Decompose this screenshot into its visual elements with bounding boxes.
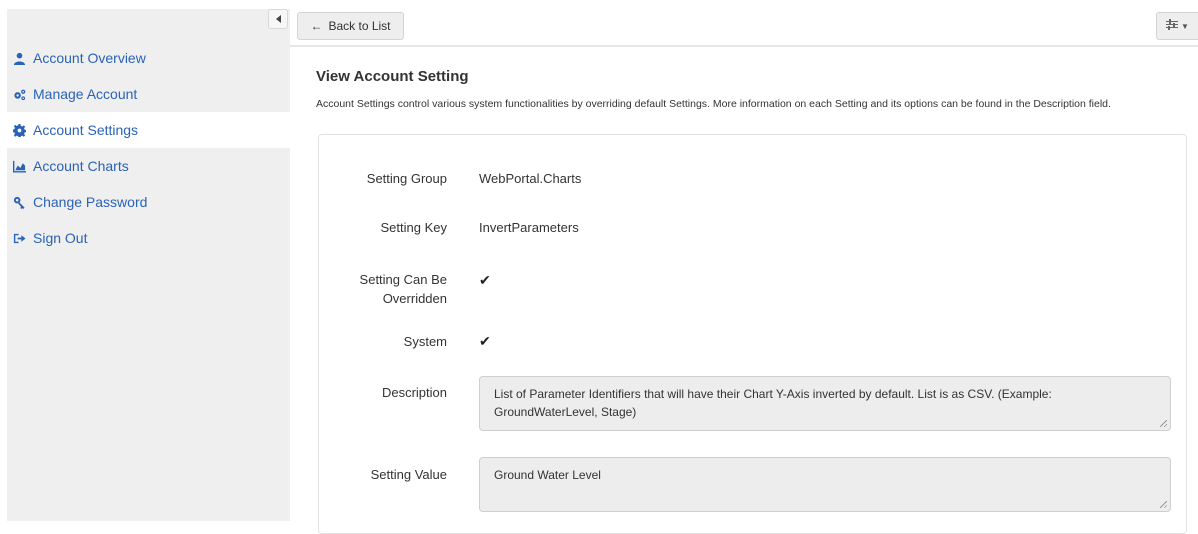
setting-key-label: Setting Key — [380, 220, 448, 235]
top-toolbar: ← Back to List ▼ — [290, 9, 1198, 47]
description-field[interactable]: List of Parameter Identifiers that will … — [479, 376, 1171, 431]
arrow-left-icon: ← — [310, 19, 323, 33]
description-text: List of Parameter Identifiers that will … — [494, 387, 1052, 419]
chevron-down-icon: ▼ — [1181, 21, 1189, 31]
sidebar-item-account-overview[interactable]: Account Overview — [7, 40, 290, 76]
setting-key-value: InvertParameters — [479, 220, 579, 235]
gear-icon — [12, 123, 26, 137]
sign-out-icon — [12, 231, 26, 245]
description-label: Description — [381, 385, 447, 400]
sidebar-item-label: Manage Account — [33, 86, 138, 102]
sidebar-item-account-charts[interactable]: Account Charts — [7, 148, 290, 184]
sidebar-item-label: Account Charts — [33, 158, 129, 174]
system-label: System — [403, 334, 447, 349]
sidebar-item-label: Account Overview — [33, 50, 146, 66]
resize-grip-icon[interactable] — [1160, 501, 1167, 508]
system-check-icon: ✔ — [479, 333, 491, 349]
sliders-icon — [1166, 19, 1179, 33]
sidebar-nav: Account Overview Manage Account Account … — [7, 40, 290, 256]
cogs-icon — [12, 87, 26, 101]
sidebar-item-label: Sign Out — [33, 230, 88, 246]
user-icon — [12, 51, 26, 65]
setting-value-label: Setting Value — [370, 467, 447, 482]
view-options-dropdown-button[interactable]: ▼ — [1156, 12, 1198, 40]
can-be-overridden-label-line1: Setting Can Be — [359, 272, 447, 287]
page-description: Account Settings control various system … — [316, 98, 1111, 110]
area-chart-icon — [12, 159, 26, 173]
setting-value-text: Ground Water Level — [494, 468, 601, 482]
sidebar-item-label: Account Settings — [33, 122, 139, 138]
setting-value-field[interactable]: Ground Water Level — [479, 457, 1171, 512]
sidebar-item-label: Change Password — [33, 194, 148, 210]
setting-group-value: WebPortal.Charts — [479, 171, 582, 186]
caret-left-icon — [275, 15, 281, 23]
resize-grip-icon[interactable] — [1160, 420, 1167, 427]
back-to-list-label: Back to List — [328, 19, 391, 33]
sidebar-collapse-button[interactable] — [268, 9, 288, 29]
sidebar-item-sign-out[interactable]: Sign Out — [7, 220, 290, 256]
setting-group-label: Setting Group — [366, 171, 447, 186]
sidebar-item-account-settings[interactable]: Account Settings — [7, 112, 290, 148]
can-be-overridden-label-line2: Overridden — [382, 291, 447, 306]
sidebar-item-manage-account[interactable]: Manage Account — [7, 76, 290, 112]
page-title: View Account Setting — [316, 68, 469, 85]
sidebar-item-change-password[interactable]: Change Password — [7, 184, 290, 220]
key-icon — [12, 195, 26, 209]
back-to-list-button[interactable]: ← Back to List — [297, 12, 404, 40]
can-be-overridden-check-icon: ✔ — [479, 272, 491, 288]
